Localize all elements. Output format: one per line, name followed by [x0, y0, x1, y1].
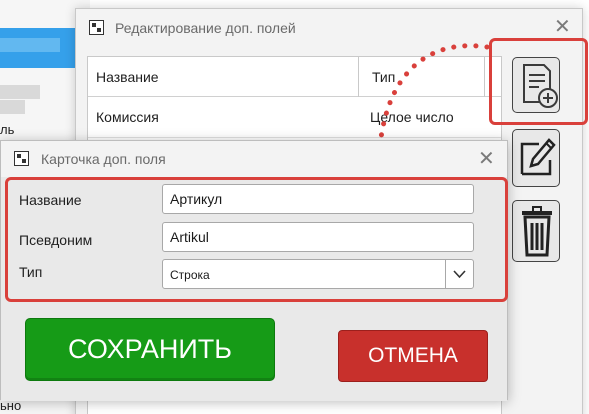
type-label: Тип [19, 264, 43, 280]
save-button[interactable]: СОХРАНИТЬ [25, 318, 275, 381]
dialog-titlebar: Карточка доп. поля ✕ [1, 141, 507, 177]
close-icon[interactable]: ✕ [478, 149, 495, 169]
alias-label: Псевдоним [19, 232, 93, 248]
dialog-title: Карточка доп. поля [41, 151, 166, 167]
chevron-down-icon[interactable] [453, 269, 466, 279]
alias-field[interactable]: Artikul [162, 222, 474, 252]
cancel-button[interactable]: ОТМЕНА [338, 330, 488, 382]
type-select-value: Строка [170, 268, 210, 282]
name-label: Название [19, 192, 82, 208]
app-icon [14, 151, 29, 166]
type-select[interactable]: Строка [162, 259, 474, 289]
name-field[interactable]: Артикул [162, 184, 474, 214]
select-divider [445, 260, 446, 288]
